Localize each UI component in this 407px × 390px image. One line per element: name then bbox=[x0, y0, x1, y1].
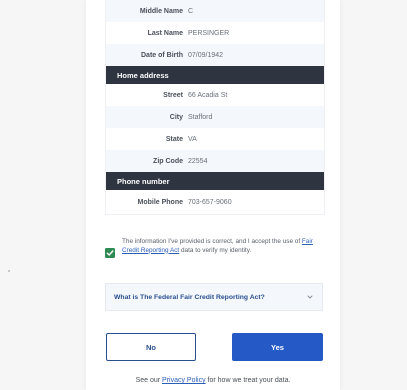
faq-question: What is The Federal Fair Credit Reportin… bbox=[114, 293, 265, 301]
privacy-text-end: for how we treat your data. bbox=[205, 377, 291, 384]
row-mobile-phone: Mobile Phone 703-657-9060 bbox=[106, 190, 324, 214]
row-value: VA bbox=[188, 135, 197, 143]
consent-text-end: data to verify my identity. bbox=[179, 246, 252, 254]
row-value: C bbox=[188, 7, 194, 15]
privacy-text-start: See our bbox=[135, 377, 163, 384]
row-label: Zip Code bbox=[153, 157, 183, 165]
identity-summary-table: Middle Name C Last Name PERSINGER Date o… bbox=[105, 0, 325, 215]
row-city: City Stafford bbox=[106, 106, 324, 128]
yes-button[interactable]: Yes bbox=[232, 333, 323, 361]
row-value: PERSINGER bbox=[188, 29, 230, 37]
row-value: 22554 bbox=[188, 157, 208, 165]
checkmark-icon bbox=[106, 250, 114, 256]
privacy-note: See our Privacy Policy for how we treat … bbox=[86, 377, 340, 384]
privacy-policy-link[interactable]: Privacy Policy bbox=[162, 377, 206, 384]
chevron-down-icon bbox=[307, 295, 313, 299]
side-mark bbox=[8, 270, 10, 272]
row-label: Date of Birth bbox=[141, 51, 183, 59]
page: Middle Name C Last Name PERSINGER Date o… bbox=[0, 0, 407, 390]
section-header-phone-number: Phone number bbox=[106, 172, 324, 190]
consent-checkbox[interactable] bbox=[105, 248, 115, 258]
row-value: 66 Acadia St bbox=[188, 91, 228, 99]
row-last-name: Last Name PERSINGER bbox=[106, 22, 324, 44]
consent-text: The information I've provided is correct… bbox=[122, 238, 323, 255]
row-zip-code: Zip Code 22554 bbox=[106, 150, 324, 172]
row-value: 07/09/1942 bbox=[188, 51, 224, 59]
row-label: Mobile Phone bbox=[137, 198, 184, 206]
no-button[interactable]: No bbox=[106, 333, 196, 361]
row-date-of-birth: Date of Birth 07/09/1942 bbox=[106, 44, 324, 66]
row-label: State bbox=[165, 135, 183, 143]
section-header-home-address: Home address bbox=[106, 66, 324, 84]
row-state: State VA bbox=[106, 128, 324, 150]
row-label: Last Name bbox=[147, 29, 183, 37]
row-value: 703-657-9060 bbox=[188, 198, 232, 206]
row-street: Street 66 Acadia St bbox=[106, 84, 324, 106]
row-label: Street bbox=[163, 91, 183, 99]
row-value: Stafford bbox=[188, 113, 213, 121]
row-middle-name: Middle Name C bbox=[106, 0, 324, 22]
consent-text-start: The information I've provided is correct… bbox=[122, 238, 302, 245]
row-label: City bbox=[169, 113, 183, 121]
fcra-faq-accordion[interactable]: What is The Federal Fair Credit Reportin… bbox=[105, 283, 323, 311]
row-label: Middle Name bbox=[139, 7, 183, 15]
consent-block: The information I've provided is correct… bbox=[105, 238, 323, 258]
